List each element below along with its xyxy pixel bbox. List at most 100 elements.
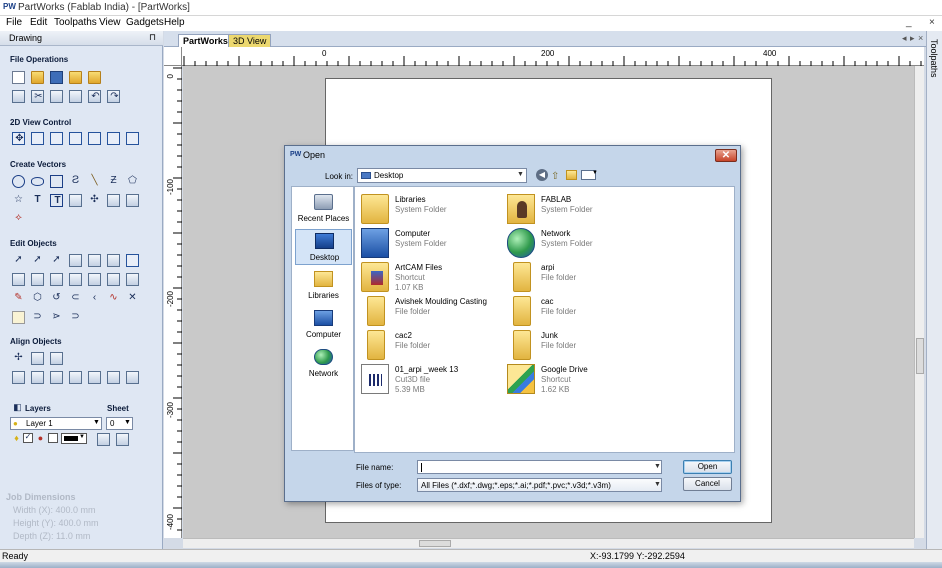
place-computer[interactable]: Computer [295,307,352,343]
undo-icon[interactable]: ↶ [88,90,101,103]
select-all-icon[interactable] [12,90,25,103]
open-file-icon[interactable] [31,71,44,84]
align-page-center-icon[interactable] [12,371,25,384]
up-folder-icon[interactable]: ⇧ [551,170,562,182]
ungroup-icon[interactable] [88,254,101,267]
zoom-selected-icon[interactable] [88,132,101,145]
weld-icon[interactable] [107,254,120,267]
layer-color-picker[interactable]: ▼ [61,433,87,444]
distribute-v-icon[interactable] [126,371,139,384]
visible-checkbox[interactable]: ✓ [23,433,33,443]
file-type-select[interactable]: All Files (*.dxf;*.dwg;*.eps;*.ai;*.pdf;… [417,478,662,492]
menu-help[interactable]: Help [164,17,185,28]
circle-tool-icon[interactable] [12,175,25,188]
menu-edit[interactable]: Edit [30,17,47,28]
size-icon[interactable] [31,273,44,286]
align-top-icon[interactable] [69,371,82,384]
place-network[interactable]: Network [295,346,352,382]
corner-icon[interactable]: ‹ [88,292,101,305]
pan-icon[interactable]: ✥ [12,132,25,145]
paste-icon[interactable] [69,90,82,103]
curve-fit-icon[interactable]: ∿ [107,292,120,305]
distribute-h-icon[interactable] [107,371,120,384]
menu-toolpaths[interactable]: Toolpaths [54,17,97,28]
align-bottom-icon[interactable] [88,371,101,384]
node-edit-icon[interactable]: ➚ [31,254,44,267]
list-item[interactable]: cac File folder [505,295,675,329]
list-item[interactable]: 01_arpi _week 13 Cut3D file 5.39 MB [359,363,529,397]
open-button[interactable]: Open [683,460,732,474]
layer-select[interactable]: ● Layer 1 ▼ [10,417,102,430]
dogbone-icon[interactable]: ⊃ [69,311,82,324]
text-on-curve-icon[interactable]: T [50,194,63,207]
save-icon[interactable] [50,71,63,84]
boundary-icon[interactable] [12,311,25,324]
layer-manager-icon[interactable] [97,433,110,446]
list-item[interactable]: cac2 File folder [359,329,529,363]
align-right-icon[interactable] [50,371,63,384]
align-center-icon[interactable]: ✢ [12,352,25,365]
back-icon[interactable]: ◀ [536,169,548,181]
list-item[interactable]: arpi File folder [505,261,675,295]
file-name-input[interactable]: ▼ [417,460,662,474]
lock-icon[interactable]: ● [36,433,45,444]
redo-icon[interactable]: ↷ [107,90,120,103]
pin-icon[interactable]: ⊓ [149,32,156,43]
cancel-button[interactable]: Cancel [683,477,732,491]
dialog-close-button[interactable]: ✕ [715,149,737,162]
fillet-icon[interactable]: ⊃ [31,311,44,324]
tab-partworks[interactable]: PartWorks [178,34,233,47]
lightbulb-icon[interactable]: ♦ [12,433,21,444]
cut-icon[interactable]: ✂ [31,90,44,103]
vertical-scrollbar[interactable] [914,66,924,538]
ellipse-tool-icon[interactable] [31,177,44,186]
menu-view[interactable]: View [99,17,121,28]
menu-file[interactable]: File [6,17,22,28]
smooth-icon[interactable]: ↺ [50,292,63,305]
zoom-extents-icon[interactable] [69,132,82,145]
zoom-previous-icon[interactable] [126,132,139,145]
curve-tool-icon[interactable]: Ƶ [107,175,120,188]
arc-tool-icon[interactable]: ╲ [88,175,101,188]
offset-icon[interactable] [107,273,120,286]
rotate-icon[interactable] [69,273,82,286]
place-recent-places[interactable]: Recent Places [295,191,352,227]
nest-icon[interactable] [107,194,120,207]
list-item[interactable]: Avishek Moulding Casting File folder [359,295,529,329]
scale-icon[interactable] [126,254,139,267]
list-item[interactable]: FABLAB System Folder [505,193,675,227]
list-item[interactable]: Google Drive Shortcut 1.62 KB [505,363,675,397]
transform-icon[interactable]: ➚ [50,254,63,267]
import-icon[interactable] [69,71,82,84]
join-icon[interactable] [126,273,139,286]
chamfer-icon[interactable]: ⋗ [50,311,63,324]
group-icon[interactable] [69,254,82,267]
toolpaths-dock[interactable]: Toolpaths [926,31,942,549]
tab-scroll-left-icon[interactable]: ◂ [902,33,907,44]
menu-gadgets[interactable]: Gadgets [126,17,164,28]
fillet-tool-icon[interactable]: ✣ [88,194,101,207]
tab-close-icon[interactable]: × [918,33,923,43]
select-icon[interactable]: ➚ [12,254,25,267]
rectangle-tool-icon[interactable] [50,175,63,188]
extend-icon[interactable]: ⊂ [69,292,82,305]
trim-icon[interactable]: ✎ [12,292,25,305]
vertical-scroll-thumb[interactable] [916,338,924,374]
zoom-material-icon[interactable] [107,132,120,145]
new-folder-icon[interactable] [566,170,577,180]
polyline-tool-icon[interactable]: Ƨ [69,174,82,188]
horizontal-scrollbar[interactable] [183,538,914,548]
list-item[interactable]: Network System Folder [505,227,675,261]
toolpaths-tab[interactable]: Toolpaths [929,39,939,78]
close-vector-icon[interactable]: ⬡ [31,292,44,305]
distort-icon[interactable] [88,273,101,286]
draw-vector-icon[interactable]: ⟡ [12,212,25,225]
list-item[interactable]: Junk File folder [505,329,675,363]
layer-settings-icon[interactable] [116,433,129,446]
minimize-button[interactable]: _ [906,17,912,28]
view-menu-icon[interactable]: ▼ [581,170,598,180]
zoom-icon[interactable] [31,132,44,145]
tab-scroll-right-icon[interactable]: ▸ [910,33,915,44]
cross-icon[interactable]: ✕ [126,292,139,305]
polygon-tool-icon[interactable]: ⬠ [126,175,139,188]
